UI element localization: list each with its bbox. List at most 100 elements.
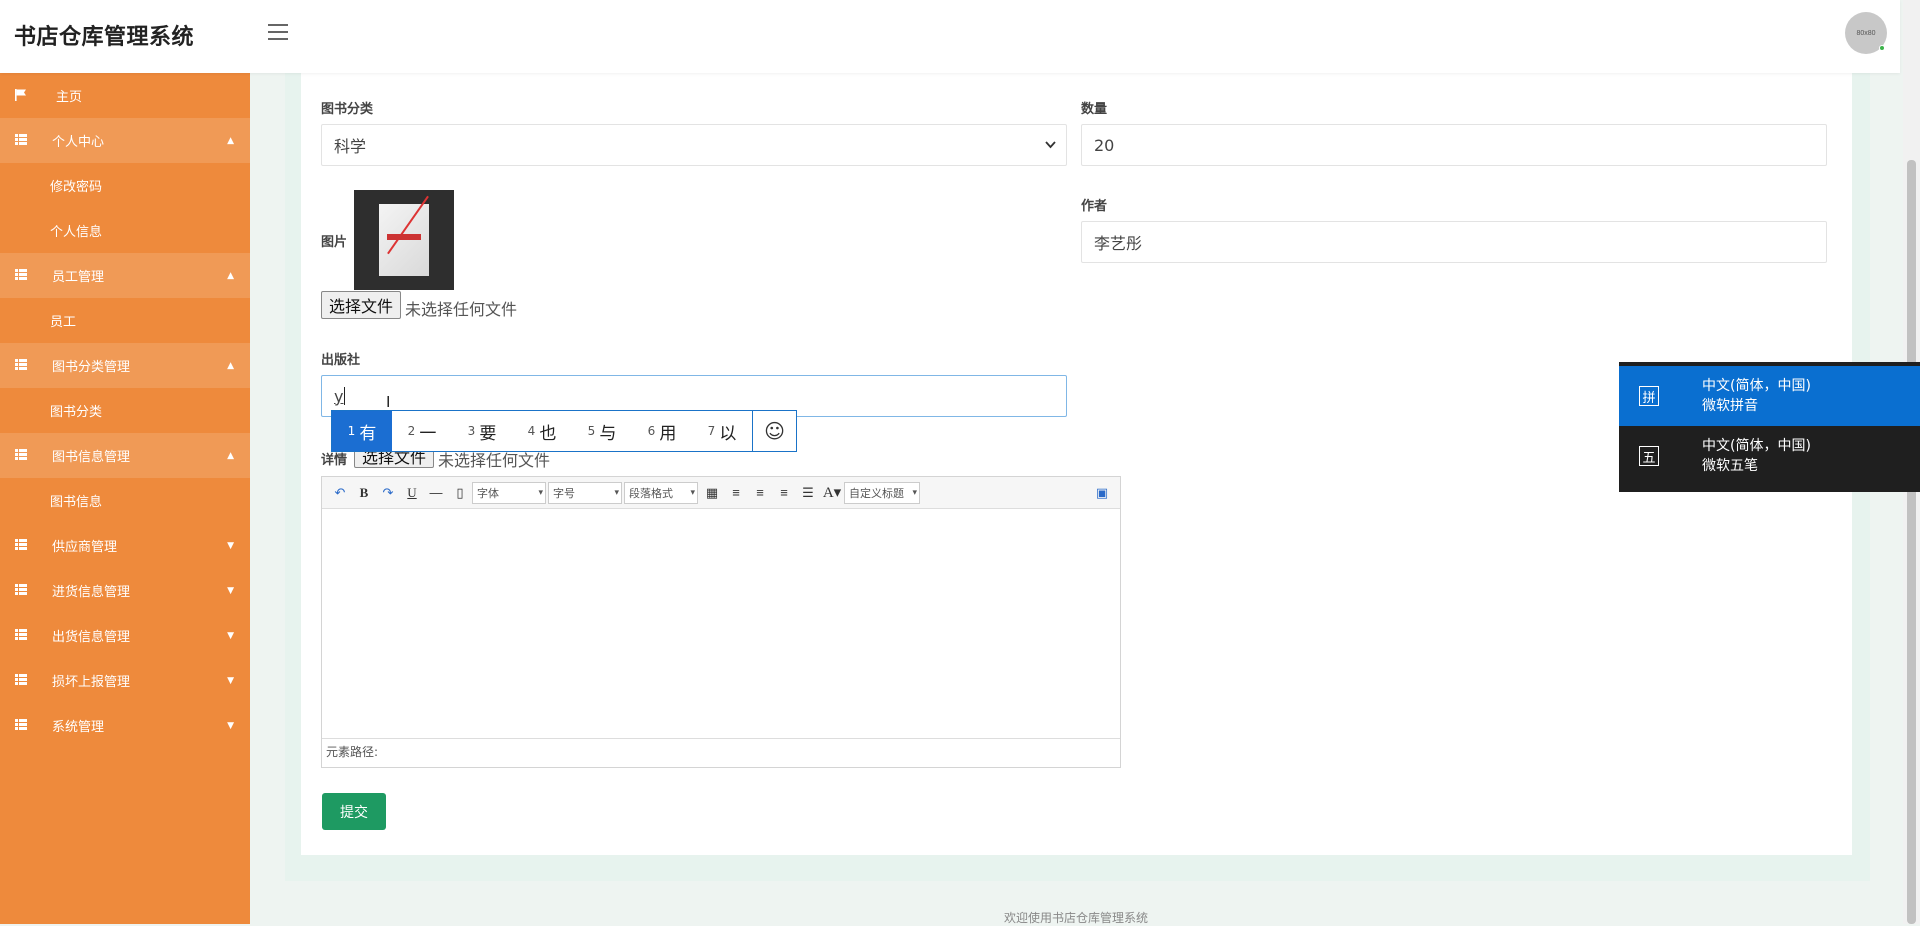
sidebar-item-label: 个人中心 (52, 135, 105, 150)
candidate-number: 6 (647, 424, 656, 438)
sidebar-item-personal-info[interactable]: 个人信息 (0, 208, 250, 253)
ime-candidate[interactable]: 4也 (512, 411, 572, 451)
sidebar-item-change-password[interactable]: 修改密码 (0, 163, 250, 208)
sidebar-item-label: 员工管理 (52, 270, 105, 285)
grid-icon (15, 584, 27, 595)
candidate-char: 也 (539, 423, 557, 444)
fullscreen-icon[interactable]: ▣ (1090, 482, 1114, 504)
grid-icon (15, 449, 27, 460)
ime-candidate[interactable]: 7以 (692, 411, 752, 451)
caret-down-icon: ▼ (227, 585, 234, 596)
candidate-char: 与 (599, 423, 617, 444)
sidebar-item-purchase-management[interactable]: 进货信息管理 ▼ (0, 568, 250, 613)
menu-toggle-icon[interactable] (268, 24, 288, 42)
ime-option-language: 中文(简体，中国) (1702, 378, 1811, 394)
quantity-field[interactable]: 20 (1081, 124, 1827, 166)
sidebar-item-label: 进货信息管理 (52, 585, 131, 600)
bold-icon[interactable]: B (352, 482, 376, 504)
ime-candidate[interactable]: 1有 (332, 411, 392, 451)
image-file-button[interactable]: 选择文件 (321, 291, 402, 319)
undo-icon[interactable]: ↶ (328, 482, 352, 504)
emoji-icon[interactable]: ☺ (752, 411, 796, 451)
caret-up-icon: ▲ (227, 450, 234, 461)
candidate-number: 1 (347, 424, 356, 438)
horizontal-rule-icon[interactable]: — (424, 482, 448, 504)
sidebar-item-supplier-management[interactable]: 供应商管理 ▼ (0, 523, 250, 568)
ime-candidate[interactable]: 2一 (392, 411, 452, 451)
ime-option-name: 微软拼音 (1702, 398, 1758, 414)
author-field[interactable]: 李艺彤 (1081, 221, 1827, 263)
ime-language-list: 拼 中文(简体，中国) 微软拼音 五 中文(简体，中国) 微软五笔 (1619, 362, 1920, 492)
image-label: 图片 (321, 235, 348, 250)
caret-down-icon: ▼ (227, 630, 234, 641)
editor-toolbar: ↶ B ↷ U — ▯ 字体 字号 段落格式 ▦ ≡ ≡ ≡ ☰ A▾ 自定义标… (322, 477, 1120, 509)
align-right-icon[interactable]: ≡ (748, 482, 772, 504)
sidebar-item-personal-center[interactable]: 个人中心 ▲ (0, 118, 250, 163)
justify-icon[interactable]: ☰ (796, 482, 820, 504)
scrollbar-thumb[interactable] (1907, 160, 1916, 924)
font-color-icon[interactable]: A▾ (820, 482, 844, 504)
ime-candidate[interactable]: 6用 (632, 411, 692, 451)
caret-up-icon: ▲ (227, 360, 234, 371)
caret-up-icon: ▲ (227, 270, 234, 281)
avatar[interactable]: 80x80 (1845, 12, 1887, 54)
pinyin-icon: 拼 (1639, 386, 1659, 406)
align-center-icon[interactable]: ≡ (772, 482, 796, 504)
image-file-status: 未选择任何文件 (405, 300, 518, 319)
grid-icon (15, 674, 27, 685)
sidebar-item-category-management[interactable]: 图书分类管理 ▲ (0, 343, 250, 388)
category-select[interactable]: 科学 (321, 124, 1067, 166)
paragraph-format-select[interactable]: 段落格式 (624, 481, 698, 504)
sidebar-item-label: 图书分类管理 (52, 360, 131, 375)
candidate-number: 3 (467, 424, 476, 438)
ime-option-pinyin[interactable]: 拼 中文(简体，中国) 微软拼音 (1619, 366, 1920, 426)
candidate-char: 以 (719, 423, 737, 444)
candidate-number: 4 (527, 424, 536, 438)
quantity-label: 数量 (1081, 102, 1108, 117)
grid-icon (15, 134, 27, 145)
sidebar-item-label: 主页 (56, 90, 83, 105)
candidate-char: 一 (419, 423, 437, 444)
custom-title-select[interactable]: 自定义标题 (844, 481, 920, 504)
ime-option-wubi[interactable]: 五 中文(简体，中国) 微软五笔 (1619, 426, 1920, 486)
sidebar-item-home[interactable]: 主页 (0, 73, 250, 118)
grid-icon (15, 539, 27, 550)
font-size-select[interactable]: 字号 (548, 481, 622, 504)
wubi-icon: 五 (1639, 446, 1659, 466)
sidebar-item-label: 出货信息管理 (52, 630, 131, 645)
caret-up-icon: ▲ (227, 135, 234, 146)
editor-body[interactable] (322, 509, 1120, 738)
font-family-select[interactable]: 字体 (472, 481, 546, 504)
editor-element-path: 元素路径: (322, 738, 1120, 764)
candidate-char: 用 (659, 423, 677, 444)
caret-down-icon: ▼ (227, 720, 234, 731)
sidebar-item-book-info[interactable]: 图书信息 (0, 478, 250, 523)
ime-candidate[interactable]: 5与 (572, 411, 632, 451)
flag-icon (15, 89, 27, 101)
page-icon[interactable]: ▯ (448, 482, 472, 504)
ime-option-language: 中文(简体，中国) (1702, 438, 1811, 454)
table-icon[interactable]: ▦ (700, 482, 724, 504)
grid-icon (15, 269, 27, 280)
sidebar-item-label: 损坏上报管理 (52, 675, 131, 690)
ime-candidate[interactable]: 3要 (452, 411, 512, 451)
sidebar-item-book-info-management[interactable]: 图书信息管理 ▲ (0, 433, 250, 478)
redo-icon[interactable]: ↷ (376, 482, 400, 504)
align-left-icon[interactable]: ≡ (724, 482, 748, 504)
sidebar-item-category[interactable]: 图书分类 (0, 388, 250, 433)
category-label: 图书分类 (321, 102, 374, 117)
sidebar-item-system-management[interactable]: 系统管理 ▼ (0, 703, 250, 748)
publisher-label: 出版社 (321, 353, 361, 368)
chevron-down-icon (1045, 138, 1056, 152)
book-cover-image (354, 190, 454, 290)
top-header: 书店仓库管理系统 80x80 (0, 0, 1900, 73)
sidebar-item-shipment-management[interactable]: 出货信息管理 ▼ (0, 613, 250, 658)
underline-icon[interactable]: U (400, 482, 424, 504)
online-status-dot (1879, 45, 1885, 51)
sidebar-item-staff-management[interactable]: 员工管理 ▲ (0, 253, 250, 298)
sidebar-item-staff[interactable]: 员工 (0, 298, 250, 343)
sidebar-item-label: 图书信息管理 (52, 450, 131, 465)
candidate-number: 7 (707, 424, 716, 438)
sidebar-item-damage-report-management[interactable]: 损坏上报管理 ▼ (0, 658, 250, 703)
submit-button[interactable]: 提交 (322, 793, 386, 830)
